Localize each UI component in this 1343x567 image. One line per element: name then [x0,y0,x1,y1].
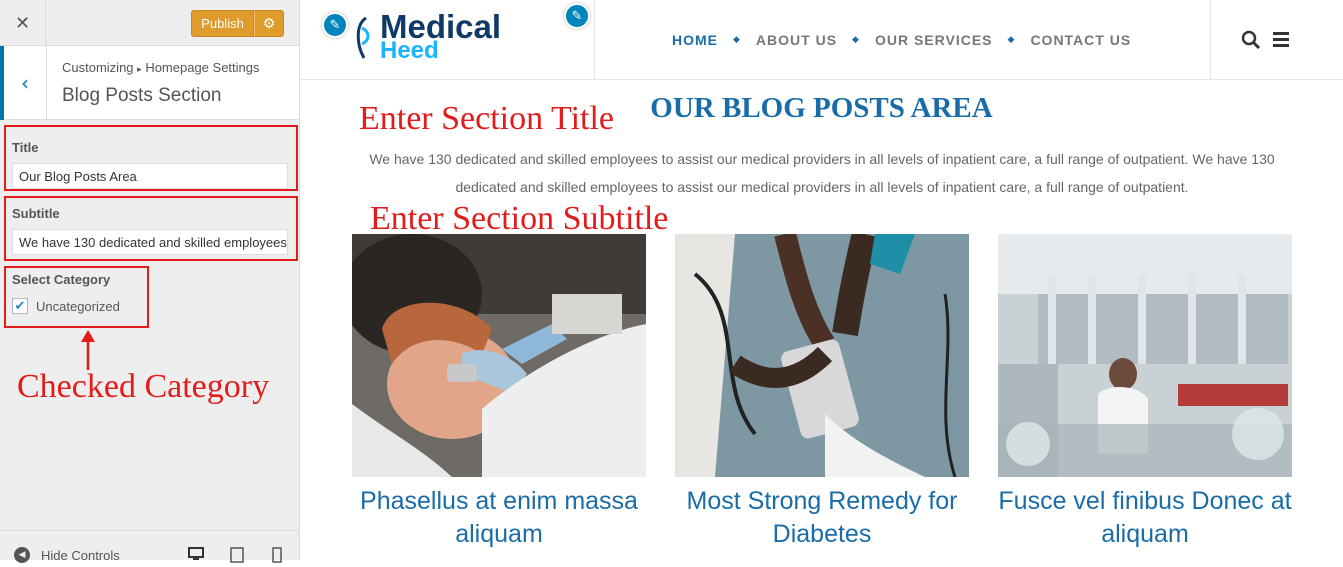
publish-button[interactable]: Publish [191,10,254,37]
gear-icon: ⚙ [262,15,276,32]
section-title: Blog Posts Section [62,85,222,106]
title-annotation: Enter Section Title [359,100,614,137]
subtitle-label: Subtitle [12,206,60,221]
post-title-2[interactable]: Most Strong Remedy for Diabetes [675,485,969,551]
post-title-3[interactable]: Fusce vel finibus Donec at aliquam [998,485,1292,551]
breadcrumb-separator: ▸ [137,65,142,75]
post-image-blood-pressure[interactable] [675,234,969,477]
logo-text-heed[interactable]: Heed [380,37,439,65]
header-tools [1210,0,1343,80]
nav-separator: ◆ [852,35,860,45]
customizer-footer: ◀ Hide Controls [0,530,299,563]
close-icon: ✕ [14,12,31,34]
checkmark-icon: ✔ [14,298,26,314]
breadcrumb-root: Customizing [62,60,134,75]
breadcrumb-parent: Homepage Settings [145,60,260,75]
logo-area: ✎ Medical Heed ✎ [300,0,595,80]
hide-controls-icon[interactable]: ◀ [14,547,30,563]
hide-controls-label[interactable]: Hide Controls [41,548,120,563]
logo-mark-icon [356,16,370,59]
publish-group: Publish ⚙ [191,10,284,37]
back-button[interactable]: ‹ [0,46,47,120]
post-title-1[interactable]: Phasellus at enim massa aliquam [352,485,646,551]
nav-separator: ◆ [733,35,741,45]
breadcrumb: Customizing ▸ Homepage Settings [62,60,260,75]
customizer-header: ✕ Publish ⚙ [0,0,299,46]
uncategorized-label[interactable]: Uncategorized [36,299,120,314]
blog-section-subtitle: We have 130 dedicated and skilled employ… [369,151,1275,195]
mobile-preview-icon[interactable] [272,547,282,567]
title-input[interactable]: Our Blog Posts Area [12,163,288,189]
section-header: ‹ Customizing ▸ Homepage Settings Blog P… [0,46,299,120]
category-label: Select Category [12,272,111,287]
uncategorized-checkbox[interactable]: ✔ [12,298,28,314]
site-preview: ✎ Medical Heed ✎ HOME ◆ ABOUT US ◆ OUR S… [300,0,1343,560]
nav-about-us[interactable]: ABOUT US [756,32,837,48]
tablet-preview-icon[interactable] [230,547,244,567]
chevron-left-icon: ‹ [21,71,29,95]
site-header: ✎ Medical Heed ✎ HOME ◆ ABOUT US ◆ OUR S… [300,0,1343,80]
desktop-preview-icon[interactable] [188,547,204,565]
subtitle-input[interactable]: We have 130 dedicated and skilled employ… [12,229,288,255]
up-arrow-annotation [81,330,95,370]
hamburger-menu-icon[interactable] [1273,32,1289,47]
close-customizer-button[interactable]: ✕ [0,0,46,46]
nav-separator: ◆ [1007,35,1016,45]
post-image-laboratory[interactable] [998,234,1292,477]
title-label: Title [12,140,39,155]
post-image-dentist[interactable] [352,234,646,477]
edit-logo-pencil-icon[interactable]: ✎ [322,12,348,38]
nav-contact-us[interactable]: CONTACT US [1030,32,1131,48]
publish-settings-button[interactable]: ⚙ [254,10,284,37]
main-nav: HOME ◆ ABOUT US ◆ OUR SERVICES ◆ CONTACT… [672,32,1131,48]
nav-home[interactable]: HOME [672,32,718,48]
category-annotation: Checked Category [17,368,270,405]
search-icon[interactable] [1241,30,1261,50]
subtitle-annotation: Enter Section Subtitle [370,200,669,237]
nav-our-services[interactable]: OUR SERVICES [875,32,993,48]
edit-header-pencil-icon[interactable]: ✎ [564,3,590,29]
customizer-sidebar: ✕ Publish ⚙ ‹ Customizing ▸ Homepage Set… [0,0,300,563]
